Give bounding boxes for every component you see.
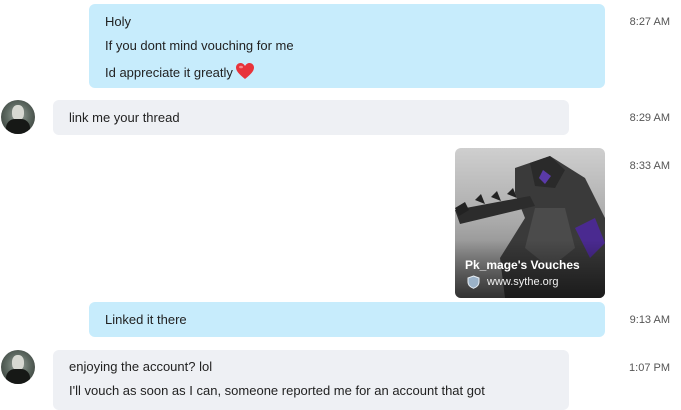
message-timestamp: 9:13 AM xyxy=(629,314,670,326)
link-preview-url[interactable]: www.sythe.org xyxy=(487,276,559,288)
link-preview-card[interactable]: Pk_mage's Vouches www.sythe.org xyxy=(455,148,605,298)
contact-avatar[interactable] xyxy=(1,100,35,134)
message-line: Holy xyxy=(105,14,132,29)
link-preview-title: Pk_mage's Vouches xyxy=(465,258,580,272)
message-bubble-outgoing[interactable]: Holy If you dont mind vouching for me Id… xyxy=(89,4,605,88)
message-line: Id appreciate it greatly xyxy=(105,62,255,80)
message-bubble-outgoing[interactable]: Linked it there xyxy=(89,302,605,337)
message-timestamp: 8:27 AM xyxy=(629,16,670,28)
message-line: If you dont mind vouching for me xyxy=(105,38,294,53)
message-bubble-incoming[interactable]: link me your thread xyxy=(53,100,569,135)
message-line: link me your thread xyxy=(69,110,180,125)
shield-icon xyxy=(467,275,480,289)
message-line: enjoying the account? lol xyxy=(69,359,213,374)
message-timestamp: 8:33 AM xyxy=(629,160,670,172)
message-line: I'll vouch as soon as I can, someone rep… xyxy=(69,383,485,398)
message-timestamp: 1:07 PM xyxy=(629,362,670,374)
heart-emoji-icon xyxy=(235,63,254,79)
contact-avatar[interactable] xyxy=(1,350,35,384)
message-bubble-incoming[interactable]: enjoying the account? lol I'll vouch as … xyxy=(53,350,569,410)
message-timestamp: 8:29 AM xyxy=(629,112,670,124)
message-line: Linked it there xyxy=(105,312,187,327)
